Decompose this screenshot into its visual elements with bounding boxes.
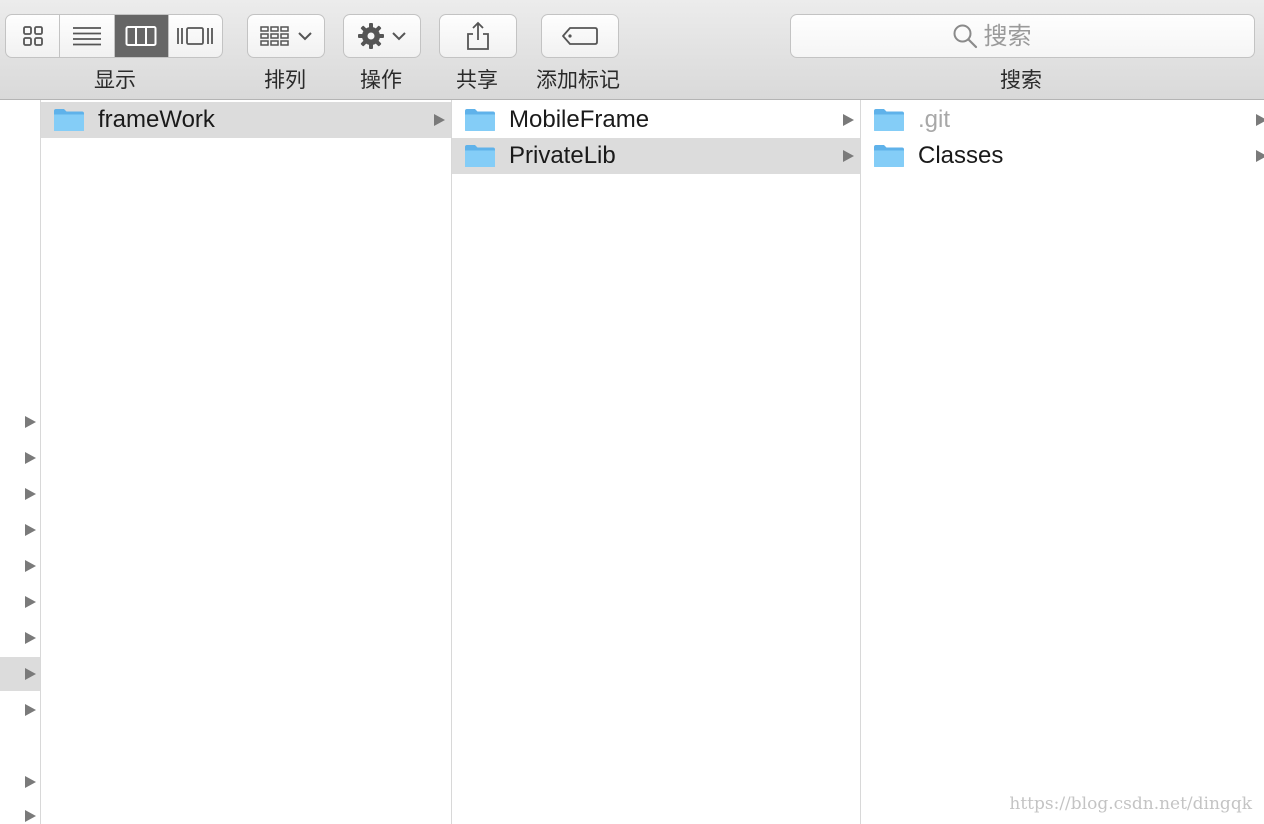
folder-name: .git — [918, 106, 951, 133]
gallery-view-button[interactable] — [169, 15, 222, 57]
folder-row[interactable]: PrivateLib — [452, 138, 860, 174]
chevron-down-icon — [392, 32, 406, 41]
share-button[interactable] — [439, 14, 517, 58]
folder-icon — [54, 109, 84, 131]
share-icon — [467, 21, 489, 50]
tag-icon — [562, 27, 598, 45]
folder-name: PrivateLib — [509, 142, 616, 169]
browser-column-1[interactable]: frameWork — [41, 100, 452, 824]
disclosure-arrow-icon — [434, 114, 445, 126]
arrange-grid-icon — [259, 26, 289, 46]
disclosure-arrow-icon[interactable] — [23, 415, 37, 429]
folder-row[interactable]: MobileFrame — [452, 102, 860, 138]
folder-row[interactable]: Classes — [861, 138, 1264, 174]
folder-icon — [874, 109, 904, 131]
browser-column-3[interactable]: .git Classes — [861, 100, 1264, 824]
disclosure-arrow-icon — [843, 114, 854, 126]
list-view-button[interactable] — [60, 15, 115, 57]
folder-name: Classes — [918, 142, 1004, 169]
disclosure-arrow-icon[interactable] — [23, 775, 37, 789]
grid-icon — [22, 26, 43, 46]
disclosure-arrow-icon[interactable] — [23, 523, 37, 537]
disclosure-arrow-icon[interactable] — [23, 631, 37, 645]
search-label: 搜索 — [1000, 69, 1042, 92]
cover-flow-icon — [177, 27, 214, 45]
chevron-down-icon — [297, 32, 312, 41]
icon-view-button[interactable] — [6, 15, 61, 57]
disclosure-arrow-icon — [1256, 114, 1264, 126]
finder-toolbar: 显示 排列 操作 共享 添加标记 搜索 搜索 — [0, 0, 1264, 100]
folder-icon — [465, 109, 495, 131]
folder-icon — [465, 145, 495, 167]
columns-icon — [125, 26, 157, 46]
add-tag-label: 添加标记 — [536, 69, 620, 92]
disclosure-arrow-icon[interactable] — [23, 451, 37, 465]
folder-row[interactable]: frameWork — [41, 102, 451, 138]
disclosure-arrow-icon — [1256, 150, 1264, 162]
action-label: 操作 — [360, 69, 402, 92]
folder-name: MobileFrame — [509, 106, 650, 133]
browser-column-parent[interactable] — [0, 100, 41, 824]
action-button[interactable] — [343, 14, 421, 58]
disclosure-arrow-icon[interactable] — [23, 703, 37, 717]
folder-icon — [874, 145, 904, 167]
add-tag-button[interactable] — [541, 14, 619, 58]
disclosure-arrow-icon[interactable] — [23, 487, 37, 501]
disclosure-arrow-icon[interactable] — [23, 559, 37, 573]
browser-column-2[interactable]: MobileFrame PrivateLib — [452, 100, 861, 824]
arrange-button[interactable] — [247, 14, 325, 58]
column-view-button[interactable] — [114, 15, 169, 57]
disclosure-arrow-icon — [843, 150, 854, 162]
gear-icon — [358, 23, 384, 49]
folder-row[interactable]: .git — [861, 102, 1264, 138]
arrange-label: 排列 — [264, 69, 306, 92]
search-icon — [953, 24, 977, 49]
view-label: 显示 — [94, 69, 136, 92]
disclosure-arrow-icon[interactable] — [23, 595, 37, 609]
folder-name: frameWork — [98, 106, 215, 133]
view-mode-control — [5, 14, 223, 58]
search-field[interactable] — [790, 14, 1255, 58]
share-label: 共享 — [456, 69, 498, 92]
list-icon — [72, 27, 101, 46]
watermark: https://blog.csdn.net/dingqk — [1009, 794, 1252, 814]
search-input[interactable] — [983, 22, 1094, 50]
disclosure-arrow-icon[interactable] — [23, 809, 37, 823]
disclosure-arrow-icon[interactable] — [23, 667, 37, 681]
